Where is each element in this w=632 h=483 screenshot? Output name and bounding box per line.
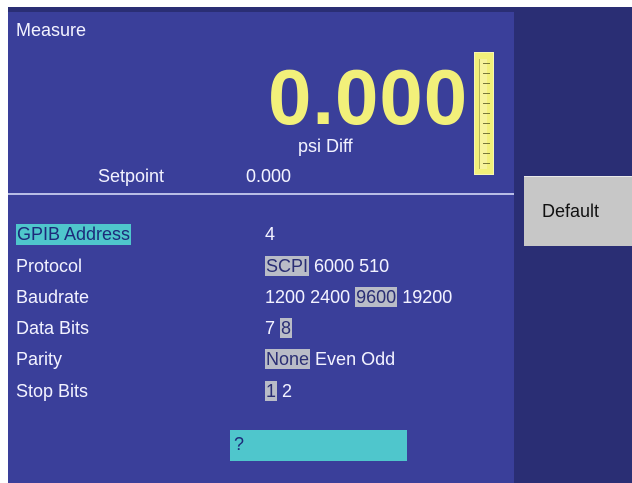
gauge-tick xyxy=(483,123,490,124)
data-bits-options: 7 8 xyxy=(265,318,293,339)
data-bits-option-7[interactable]: 7 xyxy=(265,318,275,338)
stop-bits-option-2[interactable]: 2 xyxy=(282,381,292,401)
row-gpib-address[interactable]: GPIB Address 4 xyxy=(16,224,536,248)
parity-option-none[interactable]: None xyxy=(265,349,311,369)
data-bits-label: Data Bits xyxy=(16,318,90,338)
stop-bits-label: Stop Bits xyxy=(16,381,89,401)
stop-bits-option-1[interactable]: 1 xyxy=(265,381,278,401)
measure-value: 0.000 xyxy=(268,53,469,141)
baudrate-options: 1200 2400 9600 19200 xyxy=(265,287,452,308)
gauge-tick xyxy=(483,143,490,144)
gauge-tick xyxy=(483,93,490,94)
gauge-tick xyxy=(483,133,490,134)
gauge-tick xyxy=(483,113,490,114)
parity-label: Parity xyxy=(16,349,63,369)
default-button-label: Default xyxy=(542,201,600,221)
measure-title: Measure xyxy=(16,20,87,40)
baudrate-option-2400[interactable]: 2400 xyxy=(310,287,350,307)
bar-gauge xyxy=(474,52,494,175)
row-data-bits[interactable]: Data Bits 7 8 xyxy=(16,318,536,342)
baudrate-option-9600[interactable]: 9600 xyxy=(355,287,398,307)
stop-bits-options: 1 2 xyxy=(265,381,292,402)
gauge-tick xyxy=(483,73,490,74)
row-stop-bits[interactable]: Stop Bits 1 2 xyxy=(16,381,536,405)
baudrate-option-19200[interactable]: 19200 xyxy=(402,287,452,307)
gauge-tick xyxy=(483,163,490,164)
row-parity[interactable]: Parity None Even Odd xyxy=(16,349,536,373)
gpib-address-value[interactable]: 4 xyxy=(265,224,275,245)
row-protocol[interactable]: Protocol SCPI 6000 510 xyxy=(16,256,536,280)
baudrate-label: Baudrate xyxy=(16,287,90,307)
protocol-label: Protocol xyxy=(16,256,83,276)
protocol-options: SCPI 6000 510 xyxy=(265,256,389,277)
setpoint-label: Setpoint xyxy=(98,166,165,186)
help-input-text: ? xyxy=(234,434,245,454)
baudrate-option-1200[interactable]: 1200 xyxy=(265,287,305,307)
setpoint-value: 0.000 xyxy=(246,166,292,186)
measure-unit: psi Diff xyxy=(298,136,353,156)
data-bits-option-8[interactable]: 8 xyxy=(280,318,293,338)
default-button[interactable]: Default xyxy=(524,176,632,246)
gauge-tick xyxy=(483,153,490,154)
parity-option-odd[interactable]: Odd xyxy=(361,349,395,369)
protocol-option-scpi[interactable]: SCPI xyxy=(265,256,310,276)
parity-options: None Even Odd xyxy=(265,349,395,370)
gauge-tick xyxy=(483,103,490,104)
row-baudrate[interactable]: Baudrate 1200 2400 9600 19200 xyxy=(16,287,536,311)
help-input[interactable]: ? xyxy=(230,430,407,461)
gauge-tick xyxy=(483,83,490,84)
gauge-tick xyxy=(483,63,490,64)
parity-option-even[interactable]: Even xyxy=(315,349,356,369)
protocol-option-510[interactable]: 510 xyxy=(359,256,389,276)
gpib-address-label[interactable]: GPIB Address xyxy=(16,224,132,245)
protocol-option-6000[interactable]: 6000 xyxy=(314,256,354,276)
